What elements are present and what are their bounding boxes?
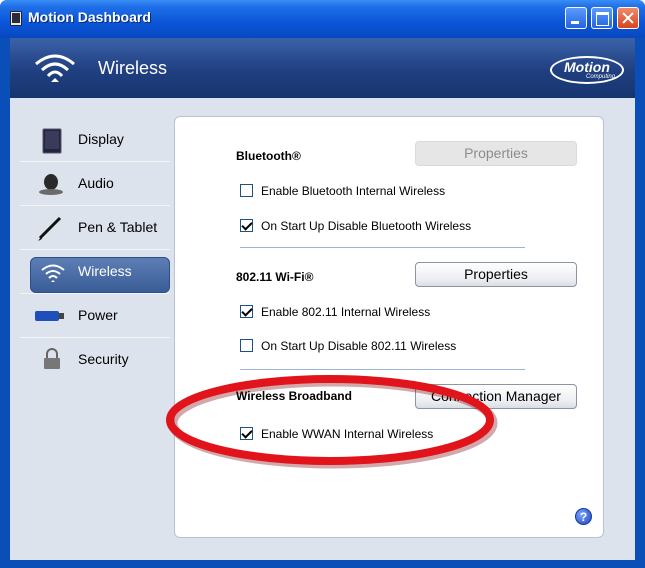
- wifi-title: 802.11 Wi-Fi®: [236, 270, 314, 284]
- wifi-properties-button[interactable]: Properties: [415, 262, 577, 287]
- page-title: Wireless: [98, 58, 168, 78]
- maximize-button[interactable]: [591, 7, 613, 29]
- sidebar-item-audio[interactable]: Audio: [20, 162, 170, 206]
- sidebar-item-wireless[interactable]: Wireless: [20, 250, 170, 294]
- wireless-settings-panel: [174, 116, 604, 538]
- checkbox[interactable]: [240, 219, 253, 232]
- divider: [240, 247, 525, 248]
- pen-icon: [38, 216, 62, 241]
- bluetooth-title: Bluetooth®: [236, 149, 301, 163]
- checkbox[interactable]: [240, 184, 253, 197]
- connection-manager-button[interactable]: Connection Manager: [415, 384, 577, 409]
- close-button[interactable]: [617, 7, 639, 29]
- motion-logo: Motion Computing: [550, 56, 624, 84]
- checkbox[interactable]: [240, 427, 253, 440]
- audio-icon: [39, 174, 63, 195]
- window-title: Motion Dashboard: [28, 9, 151, 25]
- wifi-icon: [35, 54, 75, 82]
- lock-icon: [44, 348, 60, 369]
- help-icon[interactable]: ?: [575, 508, 592, 525]
- battery-icon: [35, 311, 64, 321]
- divider: [240, 369, 525, 370]
- minimize-button[interactable]: [565, 7, 587, 29]
- wifi-icon: [41, 264, 65, 282]
- title-bar[interactable]: Motion Dashboard: [0, 0, 645, 38]
- display-icon: [42, 128, 62, 154]
- app-icon: [10, 11, 22, 26]
- sidebar-item-power[interactable]: Power: [20, 294, 170, 338]
- checkbox[interactable]: [240, 305, 253, 318]
- section-header: Wireless Motion Computing: [10, 38, 635, 98]
- sidebar-item-security[interactable]: Security: [20, 338, 170, 382]
- sidebar-nav: Display Audio Pen & Tablet Wireless Powe…: [20, 118, 170, 382]
- wwan-title: Wireless Broadband: [236, 389, 352, 403]
- bluetooth-properties-button[interactable]: Properties: [415, 141, 577, 166]
- checkbox[interactable]: [240, 339, 253, 352]
- sidebar-item-display[interactable]: Display: [20, 118, 170, 162]
- sidebar-item-pen-tablet[interactable]: Pen & Tablet: [20, 206, 170, 250]
